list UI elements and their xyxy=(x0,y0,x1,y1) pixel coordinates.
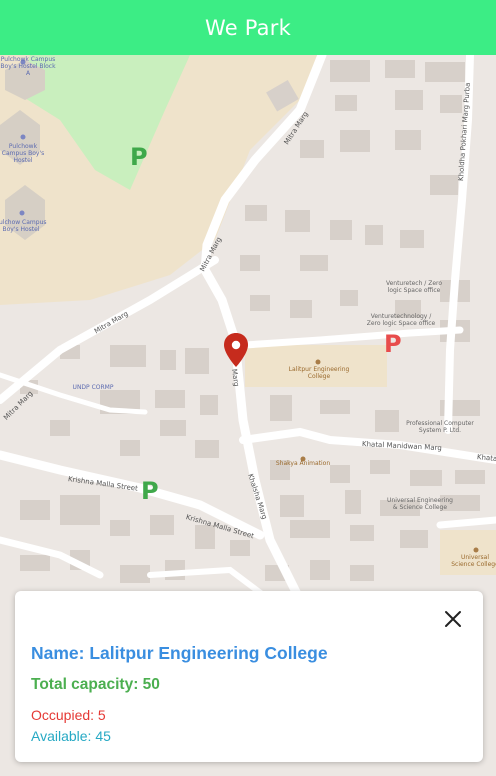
parking-marker-green[interactable]: P xyxy=(141,479,159,503)
place-label: Shakya Animation xyxy=(275,460,331,467)
place-label: UNDP CORMP xyxy=(72,384,114,391)
place-label: Pulchowk Campus Boy's Hostel Block A xyxy=(0,56,56,77)
parking-name: Name: Lalitpur Engineering College xyxy=(31,643,328,663)
parking-marker-red[interactable]: P xyxy=(384,332,402,356)
occupied-count: Occupied: 5 xyxy=(31,707,106,723)
app-title: We Park xyxy=(205,15,291,40)
place-label: Pulchowk Campus Boy's Hostel xyxy=(1,143,45,164)
parking-info-card: Name: Lalitpur Engineering College Total… xyxy=(15,591,483,762)
place-label: Venturetechnology / Zero logic Space off… xyxy=(366,313,436,327)
place-label: Universal Science College xyxy=(451,554,496,568)
place-label: Lalitpur Engineering College xyxy=(288,366,350,380)
place-label: Pulchow Campus Boy's Hostel xyxy=(0,219,47,233)
place-label: Venturetech / Zero logic Space office xyxy=(385,280,443,294)
available-count: Available: 45 xyxy=(31,728,111,744)
close-button[interactable] xyxy=(441,607,465,631)
close-icon[interactable] xyxy=(441,607,465,631)
total-capacity: Total capacity: 50 xyxy=(31,676,160,693)
place-label: Universal Engineering & Science College xyxy=(387,497,453,511)
app-bar: We Park xyxy=(0,0,496,55)
place-label: Professional Computer System P. Ltd. xyxy=(406,420,474,434)
map-pin-icon[interactable] xyxy=(223,332,249,368)
parking-marker-green[interactable]: P xyxy=(130,145,148,169)
